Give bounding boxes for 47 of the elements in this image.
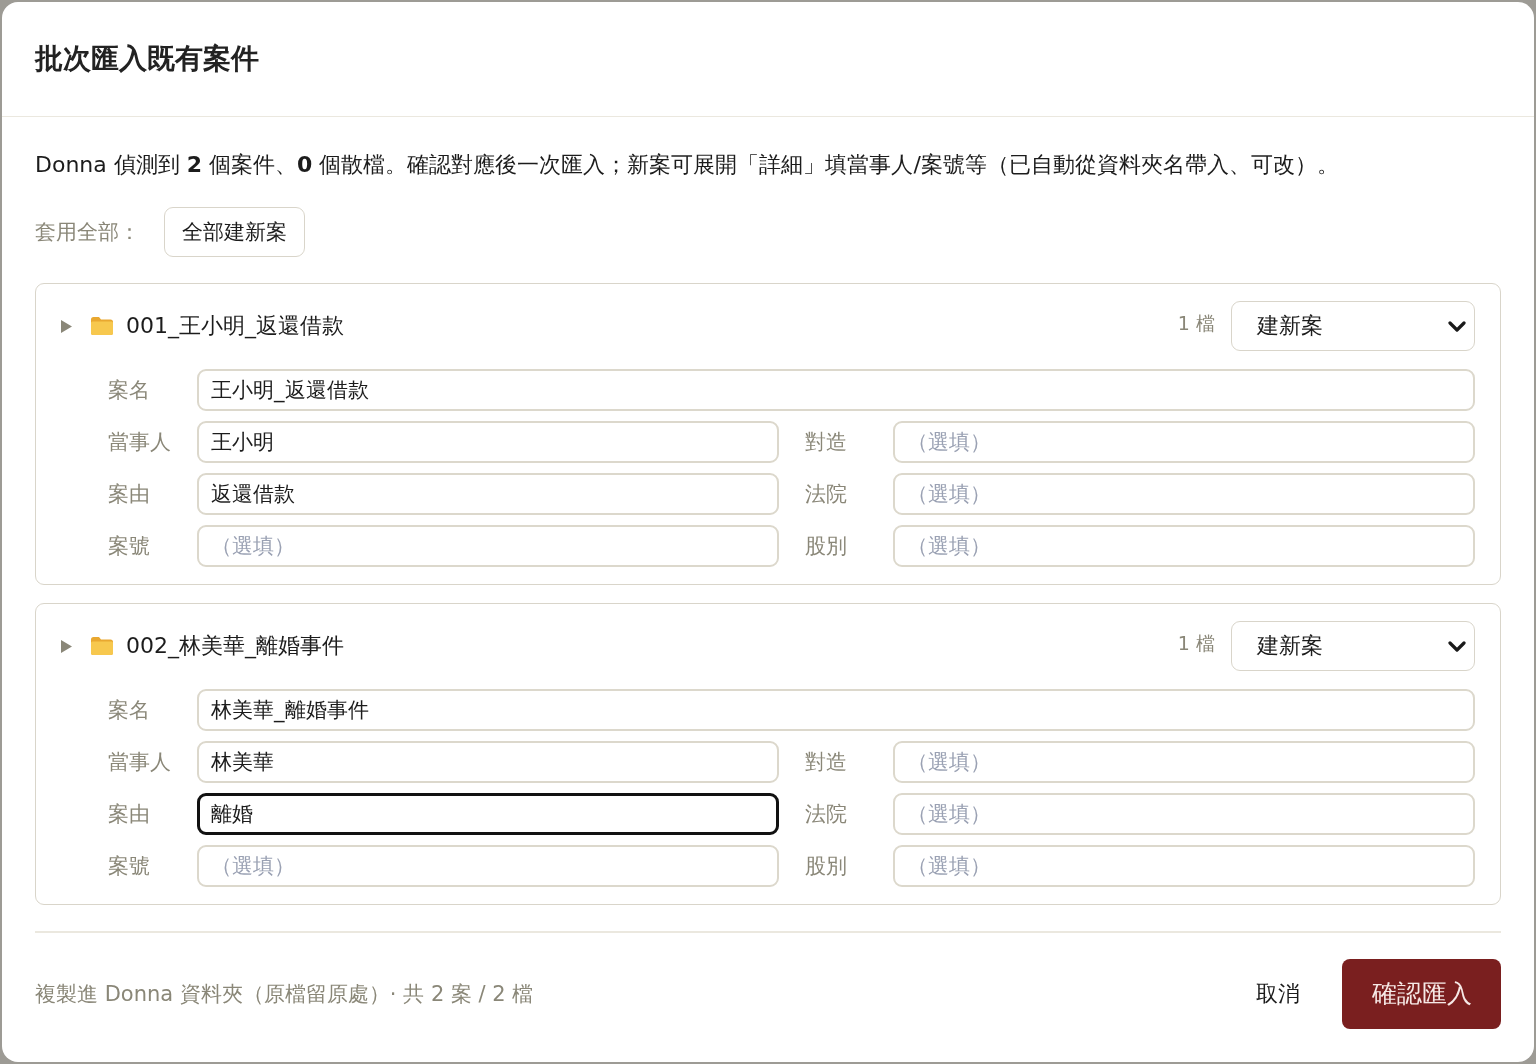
folder-icon bbox=[90, 316, 114, 336]
description-text: Donna 偵測到 2 個案件、0 個散檔。確認對應後一次匯入；新案可展開「詳細」填當事人/案號等（已自動從資料夾名帶入、可改）。 bbox=[35, 151, 1340, 179]
field-label: 案號 bbox=[108, 853, 150, 880]
text-field[interactable]: （選填） bbox=[893, 793, 1475, 835]
text-field[interactable]: 返還借款 bbox=[197, 473, 779, 515]
text-field[interactable]: （選填） bbox=[893, 473, 1475, 515]
chevron-down-icon bbox=[1448, 320, 1466, 332]
field-label: 股別 bbox=[805, 533, 847, 560]
confirm-button[interactable]: 確認匯入 bbox=[1342, 958, 1501, 1029]
text-field[interactable]: （選填） bbox=[197, 525, 779, 567]
text-field[interactable]: 林美華_離婚事件 bbox=[197, 689, 1475, 731]
chevron-down-icon bbox=[1448, 640, 1466, 652]
field-label: 案名 bbox=[108, 377, 150, 404]
text-field[interactable]: 王小明_返還借款 bbox=[197, 369, 1475, 411]
field-label: 當事人 bbox=[108, 749, 171, 776]
caret-icon[interactable] bbox=[61, 319, 72, 333]
text-field[interactable]: （選填） bbox=[893, 741, 1475, 783]
action-dropdown[interactable]: 建新案 bbox=[1231, 621, 1475, 671]
caret-icon[interactable] bbox=[61, 639, 72, 653]
dialog-title: 批次匯入既有案件 bbox=[35, 41, 259, 77]
cancel-button[interactable]: 取消 bbox=[1236, 968, 1320, 1019]
text-field[interactable]: 王小明 bbox=[197, 421, 779, 463]
apply-all-label: 套用全部： bbox=[35, 219, 140, 246]
field-label: 案名 bbox=[108, 697, 150, 724]
folder-name: 002_林美華_離婚事件 bbox=[126, 632, 344, 661]
field-label: 案由 bbox=[108, 801, 150, 828]
field-label: 案號 bbox=[108, 533, 150, 560]
field-label: 股別 bbox=[805, 853, 847, 880]
action-dropdown[interactable]: 建新案 bbox=[1231, 301, 1475, 351]
text-field[interactable]: 林美華 bbox=[197, 741, 779, 783]
text-field[interactable]: （選填） bbox=[893, 525, 1475, 567]
folder-icon bbox=[90, 636, 114, 656]
file-count: 1 檔 bbox=[1177, 311, 1215, 336]
field-label: 法院 bbox=[805, 801, 847, 828]
field-label: 案由 bbox=[108, 481, 150, 508]
field-label: 對造 bbox=[805, 749, 847, 776]
apply-all-button[interactable]: 全部建新案 bbox=[164, 207, 305, 257]
file-count: 1 檔 bbox=[1177, 631, 1215, 656]
footer-summary: 複製進 Donna 資料夾（原檔留原處）· 共 2 案 / 2 檔 bbox=[35, 980, 534, 1008]
folder-name: 001_王小明_返還借款 bbox=[126, 312, 344, 341]
field-label: 法院 bbox=[805, 481, 847, 508]
text-field[interactable]: （選填） bbox=[197, 845, 779, 887]
text-field[interactable]: 離婚 bbox=[197, 793, 779, 835]
text-field[interactable]: （選填） bbox=[893, 845, 1475, 887]
field-label: 對造 bbox=[805, 429, 847, 456]
text-field[interactable]: （選填） bbox=[893, 421, 1475, 463]
field-label: 當事人 bbox=[108, 429, 171, 456]
